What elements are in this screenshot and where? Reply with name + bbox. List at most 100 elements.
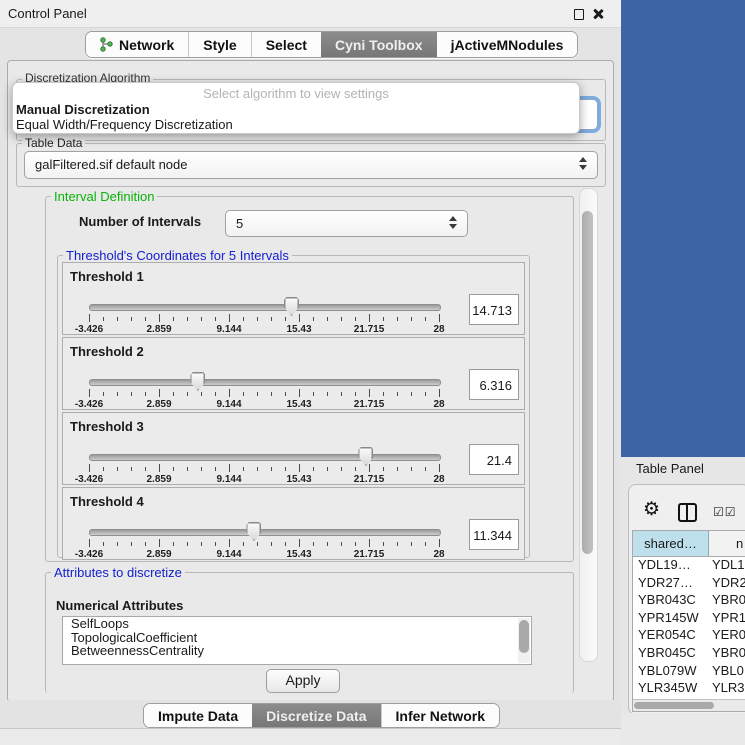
tick-label: 15.43 <box>286 549 311 560</box>
close-icon[interactable] <box>592 8 604 20</box>
column-header-shared-name[interactable]: shared… <box>633 531 709 556</box>
table-row[interactable]: YPR145WYPR1 <box>633 609 745 627</box>
tab-select[interactable]: Select <box>251 32 321 57</box>
tick-label: 28 <box>433 324 444 335</box>
tick-mark <box>229 464 230 472</box>
attribute-items: SelfLoopsTopologicalCoefficientBetweenne… <box>63 617 531 658</box>
right-bottom-area <box>621 713 745 745</box>
numerical-attributes-list: SelfLoopsTopologicalCoefficientBetweenne… <box>62 616 532 665</box>
tick-mark <box>257 317 258 321</box>
tick-mark <box>439 539 440 547</box>
tick-mark <box>411 467 412 471</box>
tick-mark <box>411 392 412 396</box>
cell-name: YER0 <box>712 626 745 644</box>
tab-label: Discretize Data <box>266 708 366 724</box>
attribute-list-item[interactable]: TopologicalCoefficient <box>63 631 531 645</box>
gear-icon[interactable]: ⚙ <box>643 498 660 521</box>
tick-mark <box>313 467 314 471</box>
application-window: Control Panel Network Style Select Cyni … <box>0 0 745 745</box>
float-window-icon[interactable] <box>574 9 584 20</box>
tick-mark <box>383 467 384 471</box>
slider-track[interactable] <box>89 529 441 536</box>
interval-definition-title: Interval Definition <box>51 189 157 204</box>
split-columns-icon[interactable] <box>678 503 697 522</box>
attributes-list-scrollbar[interactable] <box>518 618 530 663</box>
threshold-2-value-field[interactable]: 6.316 <box>469 369 519 400</box>
threshold-4-value-field[interactable]: 11.344 <box>469 519 519 550</box>
numerical-attributes-label: Numerical Attributes <box>56 598 183 613</box>
select-columns-checkboxes-icon[interactable]: ☑☑ <box>713 505 737 519</box>
table-row[interactable]: YBR045CYBR0 <box>633 644 745 662</box>
number-of-intervals-spinner[interactable]: 5 <box>225 210 468 237</box>
tick-mark <box>369 464 370 472</box>
threshold-1-value-field[interactable]: 14.713 <box>469 294 519 325</box>
scrollbar-thumb[interactable] <box>519 620 529 653</box>
tick-mark <box>313 542 314 546</box>
slider-ticks <box>89 314 440 323</box>
control-panel-tabs: Network Style Select Cyni Toolbox jActiv… <box>85 31 578 58</box>
tick-mark <box>173 467 174 471</box>
dropdown-item-equal-width-frequency[interactable]: Equal Width/Frequency Discretization <box>16 117 233 132</box>
tick-mark <box>159 314 160 322</box>
table-row[interactable]: YER054CYER0 <box>633 626 745 644</box>
tick-mark <box>243 542 244 546</box>
tick-label: 2.859 <box>146 399 171 410</box>
tick-mark <box>341 542 342 546</box>
tick-mark <box>215 542 216 546</box>
tab-cyni-toolbox[interactable]: Cyni Toolbox <box>321 32 437 57</box>
tick-mark <box>117 542 118 546</box>
attribute-list-item[interactable]: SelfLoops <box>63 617 531 631</box>
slider-track[interactable] <box>89 454 441 461</box>
table-row[interactable]: YDL19…YDL1 <box>633 556 745 574</box>
tick-mark <box>439 314 440 322</box>
threshold-3-value-field[interactable]: 21.4 <box>469 444 519 475</box>
scrollbar-thumb[interactable] <box>634 702 714 709</box>
tab-discretize-data[interactable]: Discretize Data <box>252 704 380 727</box>
table-row[interactable]: YBL079WYBL0 <box>633 662 745 680</box>
table-horizontal-scrollbar[interactable] <box>633 699 745 711</box>
slider-track[interactable] <box>89 304 441 311</box>
cell-shared-name: YDL19… <box>638 556 691 574</box>
tick-mark <box>397 542 398 546</box>
window-bottom-strip <box>0 728 621 745</box>
tick-mark <box>285 392 286 396</box>
scrollbar-thumb[interactable] <box>582 211 593 554</box>
tick-mark <box>425 542 426 546</box>
combobox-stepper-icon <box>579 157 587 173</box>
tab-impute-data[interactable]: Impute Data <box>144 704 252 727</box>
table-row[interactable]: YLR345WYLR3 <box>633 679 745 697</box>
threshold-row-2: Threshold 2 -3.4262.8599.14415.4321.7152… <box>62 337 525 410</box>
tab-network[interactable]: Network <box>86 32 188 57</box>
number-of-intervals-label: Number of Intervals <box>79 214 201 229</box>
panel-vertical-scrollbar[interactable] <box>579 188 598 662</box>
tick-mark <box>103 392 104 396</box>
cell-name: YBL0 <box>712 662 744 680</box>
attribute-list-item[interactable]: BetweennessCentrality <box>63 644 531 658</box>
apply-button[interactable]: Apply <box>266 669 340 693</box>
table-data-combobox[interactable]: galFiltered.sif default node <box>24 151 598 179</box>
tick-mark <box>243 317 244 321</box>
tick-mark <box>271 467 272 471</box>
cell-shared-name: YBR045C <box>638 644 696 662</box>
dropdown-item-manual-discretization[interactable]: Manual Discretization <box>16 102 150 117</box>
tick-mark <box>229 539 230 547</box>
table-header: shared… n <box>633 531 745 557</box>
tab-infer-network[interactable]: Infer Network <box>381 704 499 727</box>
tab-style[interactable]: Style <box>188 32 250 57</box>
slider-tick-labels: -3.4262.8599.14415.4321.71528 <box>89 399 440 411</box>
tick-mark <box>327 317 328 321</box>
cell-shared-name: YDR27… <box>638 574 693 592</box>
table-row[interactable]: YDR27…YDR2 <box>633 574 745 592</box>
tab-jactivemnodules[interactable]: jActiveMNodules <box>437 32 578 57</box>
control-panel: Control Panel Network Style Select Cyni … <box>0 0 621 745</box>
tick-mark <box>215 467 216 471</box>
table-row[interactable]: YBR043CYBR0 <box>633 591 745 609</box>
threshold-1-label: Threshold 1 <box>70 269 144 284</box>
column-header-name[interactable]: n <box>736 531 743 556</box>
tick-mark <box>425 467 426 471</box>
slider-track[interactable] <box>89 379 441 386</box>
tab-label: Select <box>266 37 307 53</box>
tick-mark <box>257 542 258 546</box>
slider-tick-labels: -3.4262.8599.14415.4321.71528 <box>89 474 440 486</box>
cyni-bottom-tabs: Impute Data Discretize Data Infer Networ… <box>143 703 500 728</box>
